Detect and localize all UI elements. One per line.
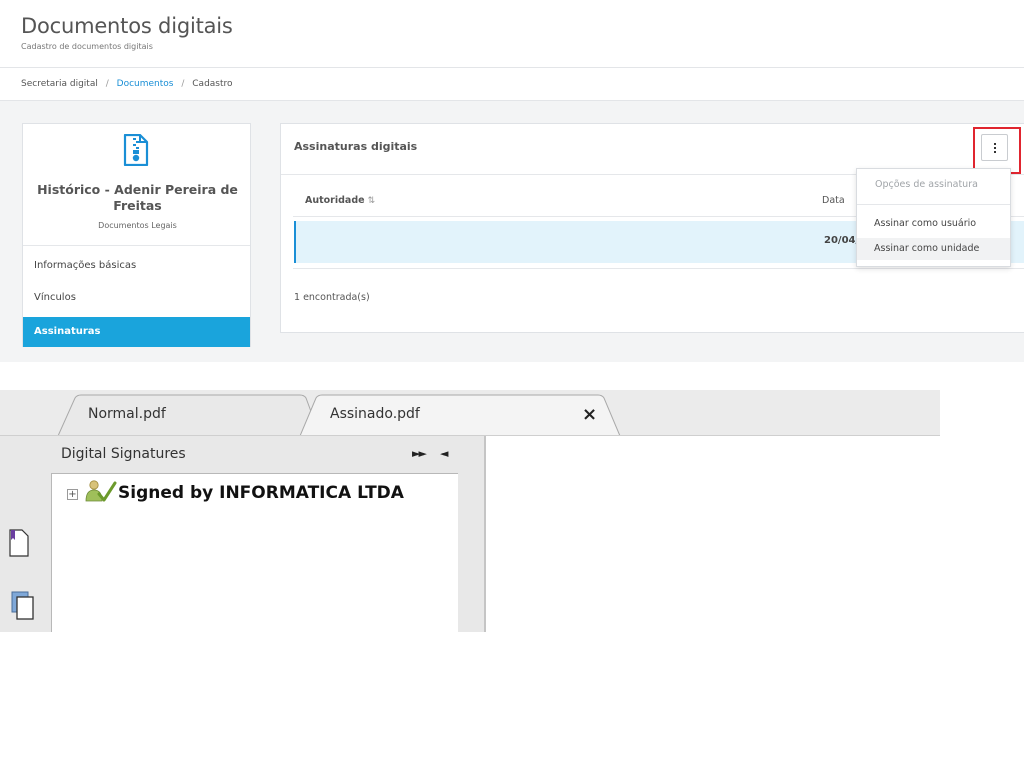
signature-valid-icon <box>85 480 117 502</box>
tab-label: Normal.pdf <box>88 406 166 422</box>
menu-item-assinaturas[interactable]: Assinaturas <box>23 317 250 347</box>
menu-item-vinculos[interactable]: Vínculos <box>23 283 250 313</box>
breadcrumb-separator: / <box>181 79 185 89</box>
document-registration-app: Documentos digitais Cadastro de document… <box>0 0 1024 362</box>
document-title: Histórico - Adenir Pereira de Freitas <box>37 182 238 213</box>
menu-item-sign-as-user[interactable]: Assinar como usuário <box>857 213 1010 235</box>
column-label: Autoridade <box>305 195 365 206</box>
document-card: Histórico - Adenir Pereira de Freitas Do… <box>22 123 251 347</box>
digital-signatures-panel: Digital Signatures ►► ◄ + Signed by INFO… <box>48 436 462 632</box>
divider <box>293 268 1024 269</box>
document-category: Documentos Legais <box>98 221 177 230</box>
column-header-authority[interactable]: Autoridade ⇅ <box>305 195 375 206</box>
bookmark-icon[interactable] <box>8 528 30 558</box>
tab-bar: Normal.pdf Assinado.pdf × <box>0 390 940 436</box>
page-header: Documentos digitais Cadastro de document… <box>0 0 1024 68</box>
breadcrumb-item-cadastro: Cadastro <box>192 79 233 89</box>
dropdown-header: Opções de assinatura <box>875 179 978 190</box>
signature-options-dropdown: Opções de assinatura Assinar como usuári… <box>856 168 1011 267</box>
menu-item-informacoes-basicas[interactable]: Informações básicas <box>23 251 250 281</box>
collapse-panel-icon[interactable]: ◄ <box>440 447 448 460</box>
signature-entry-label[interactable]: Signed by INFORMATICA LTDA <box>118 483 404 503</box>
breadcrumb-item-documentos[interactable]: Documentos <box>117 79 174 89</box>
signature-tree: + Signed by INFORMATICA LTDA <box>51 473 458 632</box>
breadcrumb: Secretaria digital / Documentos / Cadast… <box>0 68 1024 101</box>
menu-item-sign-as-unit[interactable]: Assinar como unidade <box>857 238 1010 260</box>
sort-icon[interactable]: ⇅ <box>368 196 376 206</box>
expand-panel-icon[interactable]: ►► <box>412 447 427 460</box>
panel-title: Assinaturas digitais <box>294 140 418 153</box>
result-count: 1 encontrada(s) <box>294 292 370 303</box>
panel-title: Digital Signatures <box>61 446 186 462</box>
expand-node-icon[interactable]: + <box>67 489 78 500</box>
zip-file-icon <box>123 134 149 166</box>
tab-label: Assinado.pdf <box>330 406 420 422</box>
page-subtitle: Cadastro de documentos digitais <box>21 42 153 51</box>
document-view <box>486 436 940 632</box>
breadcrumb-item-secretaria[interactable]: Secretaria digital <box>21 79 98 89</box>
pdf-viewer: Normal.pdf Assinado.pdf × Digital Signat… <box>0 390 940 632</box>
breadcrumb-separator: / <box>105 79 109 89</box>
highlight-annotation <box>973 127 1021 174</box>
divider <box>857 204 1010 205</box>
page-title: Documentos digitais <box>21 14 233 38</box>
row-date: 20/04/ <box>824 235 860 246</box>
splitter[interactable] <box>462 436 486 632</box>
pages-icon[interactable] <box>10 590 36 620</box>
divider <box>23 245 250 246</box>
close-tab-icon[interactable]: × <box>582 405 597 425</box>
column-header-date[interactable]: Data <box>822 195 845 206</box>
navigation-strip <box>0 436 48 632</box>
